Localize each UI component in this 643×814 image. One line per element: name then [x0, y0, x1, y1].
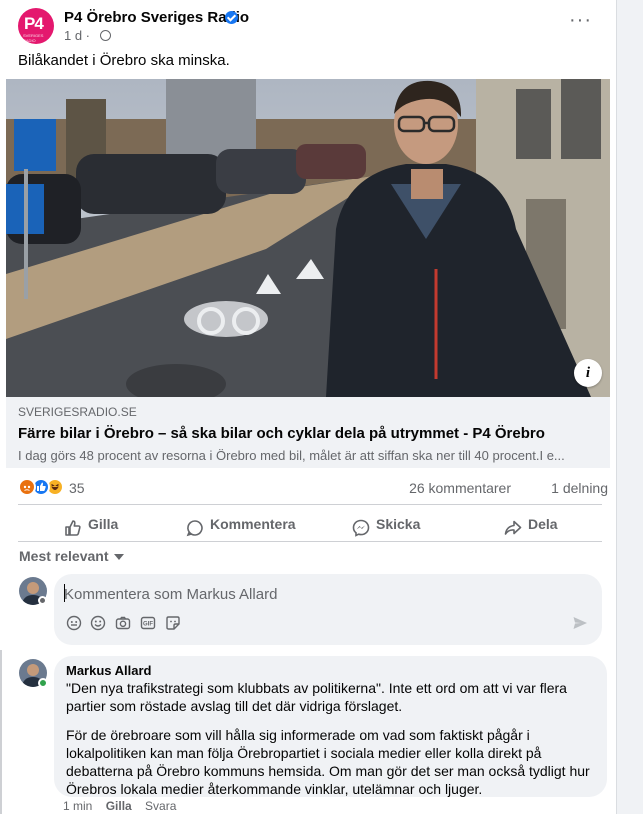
reaction-count[interactable]: 35: [69, 480, 85, 496]
divider: [18, 504, 602, 505]
angry-reaction-icon[interactable]: [18, 478, 36, 496]
post-timestamp[interactable]: 1 d ·: [64, 28, 90, 43]
comment-composer: GIF: [54, 574, 602, 645]
page-logo[interactable]: P4 SVERIGES RADIO: [18, 8, 54, 44]
send-label: Skicka: [376, 516, 421, 532]
link-description: I dag görs 48 procent av resorna i Örebr…: [18, 448, 565, 463]
send-button[interactable]: Skicka: [352, 508, 420, 540]
like-icon: [64, 516, 82, 537]
comment-text: För de örebroare som vill hålla sig info…: [66, 727, 590, 797]
link-domain: SVERIGESRADIO.SE: [18, 405, 137, 419]
comment-author[interactable]: Markus Allard: [66, 663, 595, 678]
reaction-summary: 35 26 kommentarer 1 delning: [18, 478, 608, 498]
caret-down-icon: [114, 554, 125, 561]
sort-label: Mest relevant: [19, 548, 109, 564]
camera-icon[interactable]: [115, 615, 131, 631]
link-preview-image[interactable]: i: [6, 79, 610, 397]
verified-icon: [225, 11, 238, 24]
comment-sort-dropdown[interactable]: Mest relevant: [19, 548, 125, 564]
share-icon: [504, 516, 522, 536]
sticker-icon[interactable]: [165, 615, 181, 631]
divider: [18, 541, 602, 542]
share-count[interactable]: 1 delning: [551, 480, 608, 496]
comment-timestamp[interactable]: 1 min: [63, 799, 92, 813]
post-card: P4 SVERIGES RADIO P4 Örebro Sveriges Rad…: [0, 0, 617, 814]
avatar-sticker-icon[interactable]: [66, 615, 82, 631]
thread-line: [0, 650, 2, 814]
post-text: Bilåkandet i Örebro ska minska.: [18, 52, 230, 69]
comment-label: Kommentera: [210, 516, 296, 532]
like-label: Gilla: [88, 516, 119, 532]
post-action-bar: Gilla Kommentera Skicka Dela: [18, 508, 602, 540]
avatar-switch-icon[interactable]: [38, 596, 47, 605]
send-comment-icon[interactable]: [572, 615, 588, 631]
logo-text: P4: [24, 14, 44, 33]
info-icon[interactable]: i: [574, 359, 602, 387]
comment-reply-button[interactable]: Svara: [145, 799, 176, 813]
emoji-icon[interactable]: [90, 615, 106, 631]
more-options-icon[interactable]: ···: [569, 10, 592, 30]
like-button[interactable]: Gilla: [64, 508, 118, 540]
page-name[interactable]: P4 Örebro Sveriges Radio: [64, 9, 249, 26]
comment-input[interactable]: [64, 584, 584, 604]
gif-icon[interactable]: GIF: [140, 615, 156, 631]
street-photo: [6, 79, 610, 397]
link-preview-meta[interactable]: SVERIGESRADIO.SE Färre bilar i Örebro – …: [6, 397, 610, 468]
messenger-icon: [352, 516, 370, 538]
comment-bubble: Markus Allard "Den nya trafikstrategi so…: [54, 656, 607, 797]
comment-like-button[interactable]: Gilla: [106, 799, 132, 813]
comment-actions: 1 min Gilla Svara: [63, 799, 186, 813]
post-header: P4 SVERIGES RADIO P4 Örebro Sveriges Rad…: [18, 8, 608, 44]
online-status-icon: [38, 678, 48, 688]
comment-count[interactable]: 26 kommentarer: [409, 480, 511, 496]
link-title[interactable]: Färre bilar i Örebro – så ska bilar och …: [18, 425, 598, 442]
comment-icon: [186, 516, 204, 537]
text-cursor: [64, 584, 65, 602]
share-label: Dela: [528, 516, 558, 532]
comment-text: "Den nya trafikstrategi som klubbats av …: [66, 680, 567, 714]
svg-text:GIF: GIF: [143, 622, 153, 628]
globe-icon: [100, 30, 111, 41]
logo-subtext: SVERIGES RADIO: [23, 33, 44, 43]
share-button[interactable]: Dela: [504, 508, 558, 540]
comment-button[interactable]: Kommentera: [186, 508, 296, 540]
